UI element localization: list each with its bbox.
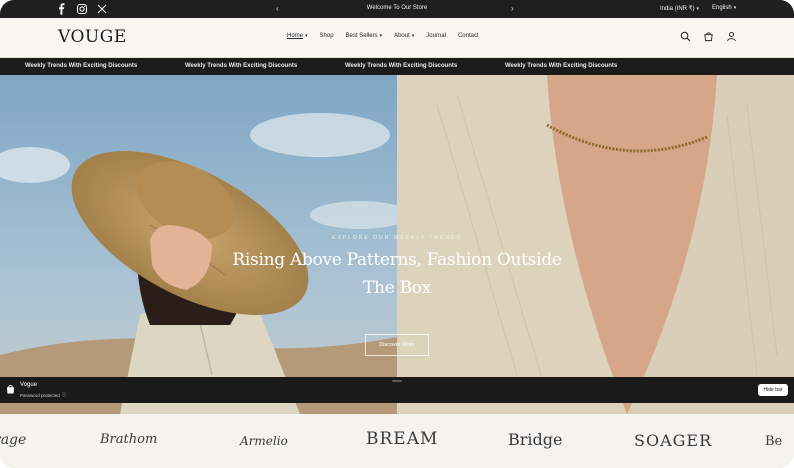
- nav-item-contact[interactable]: Contact: [458, 33, 479, 39]
- nav-item-label: Journal: [426, 33, 446, 39]
- nav-item-shop[interactable]: Shop: [320, 33, 334, 39]
- password-status-label: Password protected: [20, 392, 60, 398]
- announcement-message: Welcome To Our Store: [366, 5, 428, 11]
- nav-item-label: Contact: [457, 33, 479, 39]
- store-logo[interactable]: VOUGE: [58, 27, 127, 47]
- store-preview-bar: Vogue Password protected ⓘ Hide bar: [0, 377, 794, 403]
- account-icon[interactable]: [726, 31, 737, 42]
- ticker-item: Weekly Trends With Exciting Discounts: [345, 63, 458, 69]
- promo-ticker: Weekly Trends With Exciting Discounts We…: [0, 58, 794, 75]
- shopify-bag-icon: [6, 385, 15, 394]
- chevron-down-icon: ▾: [379, 33, 383, 39]
- nav-item-journal[interactable]: Journal: [426, 33, 446, 39]
- instagram-icon[interactable]: [76, 3, 88, 15]
- drag-handle[interactable]: [392, 380, 402, 382]
- nav-item-label: Home: [287, 33, 304, 39]
- brand-logos-strip: rage Brathom Armelio BREAM Bridge SOAGER…: [0, 414, 794, 468]
- announcement-next-arrow[interactable]: ›: [511, 4, 514, 14]
- language-selector[interactable]: English ▾: [712, 5, 736, 11]
- chevron-down-icon: ▾: [733, 5, 737, 11]
- ticker-item: Weekly Trends With Exciting Discounts: [25, 63, 138, 69]
- ticker-item: Weekly Trends With Exciting Discounts: [505, 63, 618, 69]
- nav-item-best-sellers[interactable]: Best Sellers ▾: [346, 33, 383, 39]
- brand-logo: Be: [765, 434, 783, 449]
- hero-content: EXPLORE OUR WEEKLY TRENDS Rising Above P…: [200, 235, 594, 302]
- brand-logo: Armelio: [240, 434, 288, 448]
- password-status: Password protected ⓘ: [20, 392, 66, 398]
- search-icon[interactable]: [680, 31, 691, 42]
- x-icon[interactable]: [96, 3, 108, 15]
- hide-bar-button[interactable]: Hide bar: [758, 384, 788, 396]
- nav-item-home[interactable]: Home ▾: [287, 33, 308, 39]
- announcement-prev-arrow[interactable]: ‹: [276, 4, 279, 14]
- chevron-down-icon: ▾: [411, 33, 415, 39]
- header-tools: [680, 31, 737, 42]
- nav-item-label: About: [394, 33, 410, 39]
- hero-kicker: EXPLORE OUR WEEKLY TRENDS: [332, 235, 462, 241]
- cart-icon[interactable]: [703, 31, 714, 42]
- brand-logo: rage: [0, 432, 27, 448]
- nav-item-label: Shop: [319, 33, 334, 39]
- hero-banner: EXPLORE OUR WEEKLY TRENDS Rising Above P…: [0, 75, 794, 414]
- browser-frame: ‹ Welcome To Our Store › India (INR ₹) ▾…: [0, 0, 794, 468]
- country-label: India (INR ₹): [660, 6, 695, 12]
- site-header: VOUGE Home ▾ Shop Best Sellers ▾ About ▾…: [0, 18, 794, 58]
- nav-item-label: Best Sellers: [345, 33, 378, 39]
- nav-item-about[interactable]: About ▾: [394, 33, 414, 39]
- brand-logo: Brathom: [100, 432, 158, 447]
- brand-logo: Bridge: [508, 430, 563, 449]
- social-links: [56, 3, 108, 15]
- brand-logo: BREAM: [366, 429, 439, 449]
- discover-more-button[interactable]: Discover More: [365, 334, 429, 356]
- facebook-icon[interactable]: [56, 3, 68, 15]
- chevron-down-icon: ▾: [696, 5, 700, 12]
- ticker-item: Weekly Trends With Exciting Discounts: [185, 63, 298, 69]
- info-icon[interactable]: ⓘ: [62, 392, 67, 398]
- store-name: Vogue: [20, 382, 38, 388]
- main-nav: Home ▾ Shop Best Sellers ▾ About ▾ Journ…: [287, 33, 479, 39]
- brand-logo: SOAGER: [634, 431, 713, 450]
- chevron-down-icon: ▾: [305, 33, 308, 39]
- hero-title: Rising Above Patterns, Fashion Outside T…: [232, 250, 562, 298]
- country-selector[interactable]: India (INR ₹) ▾: [660, 5, 700, 13]
- announcement-bar: ‹ Welcome To Our Store › India (INR ₹) ▾…: [0, 0, 794, 18]
- language-label: English: [712, 5, 732, 11]
